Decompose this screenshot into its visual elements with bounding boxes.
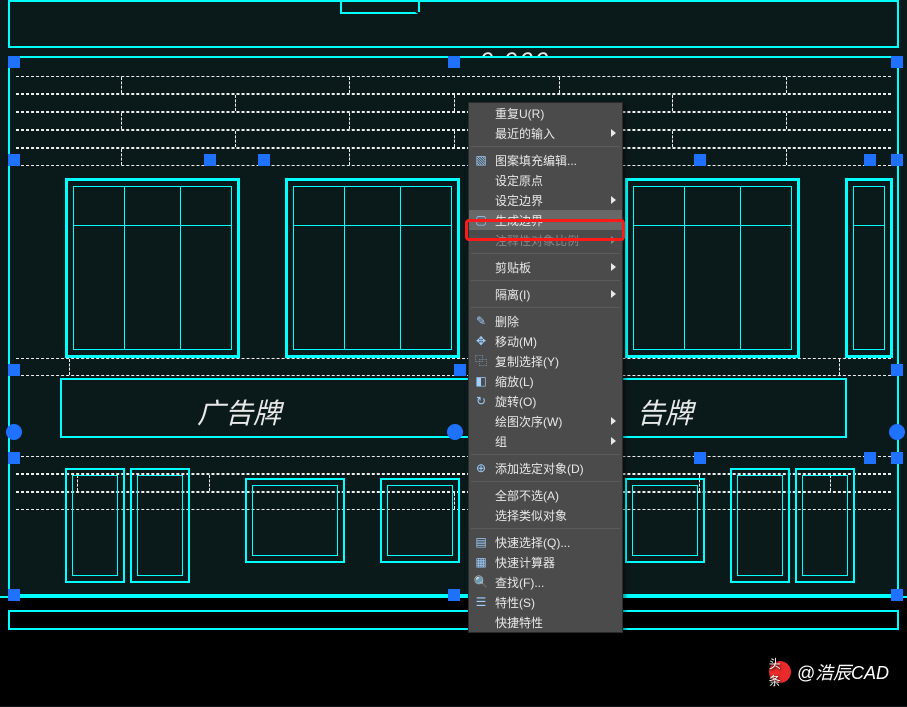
grip[interactable] [891, 56, 903, 68]
menu-separator [471, 481, 620, 482]
menu-separator [471, 253, 620, 254]
menu-recent-input[interactable]: 最近的输入 [469, 123, 622, 143]
lower-window-1 [245, 478, 345, 563]
grip[interactable] [8, 452, 20, 464]
window-symbol [340, 0, 420, 14]
lower-window-3 [625, 478, 705, 563]
submenu-arrow-icon [611, 129, 616, 137]
menu-quick-select[interactable]: ▤快速选择(Q)... [469, 532, 622, 552]
window-upper-4 [845, 178, 893, 358]
properties-icon: ☰ [473, 594, 489, 610]
sign-text-left: 广告牌 [197, 392, 281, 432]
grip[interactable] [454, 364, 466, 376]
menu-repeat[interactable]: 重复U(R) [469, 103, 622, 123]
scale-icon: ◧ [473, 373, 489, 389]
watermark-text: @浩辰CAD [797, 659, 889, 685]
grip[interactable] [889, 424, 905, 440]
rotate-icon: ↻ [473, 393, 489, 409]
calculator-icon: ▦ [473, 554, 489, 570]
menu-select-similar[interactable]: 选择类似对象 [469, 505, 622, 525]
menu-quick-properties[interactable]: 快捷特性 [469, 612, 622, 632]
grip[interactable] [891, 364, 903, 376]
grip[interactable] [864, 452, 876, 464]
menu-add-selected[interactable]: ⊕添加选定对象(D) [469, 458, 622, 478]
menu-copy-selection[interactable]: ⿻复制选择(Y) [469, 351, 622, 371]
submenu-arrow-icon [611, 290, 616, 298]
cad-viewport[interactable]: 9.900 广告牌 告牌 [0, 0, 907, 707]
menu-quickcalc[interactable]: ▦快速计算器 [469, 552, 622, 572]
menu-generate-boundary[interactable]: ▢生成边界 [469, 210, 622, 230]
menu-clipboard[interactable]: 剪贴板 [469, 257, 622, 277]
grip[interactable] [8, 154, 20, 166]
menu-separator [471, 454, 620, 455]
menu-annotative-scale: 注释性对象比例 [469, 230, 622, 250]
copy-icon: ⿻ [473, 353, 489, 369]
menu-group[interactable]: 组 [469, 431, 622, 451]
menu-erase[interactable]: ✎删除 [469, 311, 622, 331]
grip[interactable] [448, 589, 460, 601]
door-3 [730, 468, 790, 583]
hatch-icon: ▧ [473, 152, 489, 168]
submenu-arrow-icon [611, 417, 616, 425]
menu-scale[interactable]: ◧缩放(L) [469, 371, 622, 391]
menu-move[interactable]: ✥移动(M) [469, 331, 622, 351]
menu-separator [471, 307, 620, 308]
grip[interactable] [891, 452, 903, 464]
menu-deselect-all[interactable]: 全部不选(A) [469, 485, 622, 505]
grip[interactable] [694, 154, 706, 166]
grip[interactable] [6, 424, 22, 440]
menu-separator [471, 528, 620, 529]
submenu-arrow-icon [611, 263, 616, 271]
submenu-arrow-icon [611, 196, 616, 204]
quick-select-icon: ▤ [473, 534, 489, 550]
menu-set-origin[interactable]: 设定原点 [469, 170, 622, 190]
menu-separator [471, 280, 620, 281]
menu-rotate[interactable]: ↻旋转(O) [469, 391, 622, 411]
find-icon: 🔍 [473, 574, 489, 590]
window-upper-3 [625, 178, 800, 358]
menu-properties[interactable]: ☰特性(S) [469, 592, 622, 612]
grip[interactable] [8, 364, 20, 376]
watermark: 头条 @浩辰CAD [769, 659, 889, 685]
move-icon: ✥ [473, 333, 489, 349]
menu-hatch-edit[interactable]: ▧图案填充编辑... [469, 150, 622, 170]
boundary-icon: ▢ [473, 212, 489, 228]
window-upper-2 [285, 178, 460, 358]
door-1 [65, 468, 125, 583]
grip[interactable] [864, 154, 876, 166]
menu-isolate[interactable]: 隔离(I) [469, 284, 622, 304]
grip[interactable] [8, 589, 20, 601]
grip[interactable] [447, 424, 463, 440]
context-menu: 重复U(R) 最近的输入 ▧图案填充编辑... 设定原点 设定边界 ▢生成边界 … [468, 102, 623, 633]
menu-separator [471, 146, 620, 147]
sign-text-right: 告牌 [637, 392, 693, 432]
window-upper-1 [65, 178, 240, 358]
door-2 [130, 468, 190, 583]
door-4 [795, 468, 855, 583]
grip[interactable] [448, 56, 460, 68]
toutiao-logo-icon: 头条 [769, 661, 791, 683]
grip[interactable] [8, 56, 20, 68]
grip[interactable] [694, 452, 706, 464]
submenu-arrow-icon [611, 437, 616, 445]
facade-elevation: 广告牌 告牌 [8, 56, 899, 596]
grip[interactable] [891, 154, 903, 166]
upper-panel [8, 0, 899, 48]
erase-icon: ✎ [473, 313, 489, 329]
submenu-arrow-icon [611, 236, 616, 244]
grip[interactable] [204, 154, 216, 166]
menu-set-boundary[interactable]: 设定边界 [469, 190, 622, 210]
grip[interactable] [258, 154, 270, 166]
add-selected-icon: ⊕ [473, 460, 489, 476]
roof-symbol [415, 12, 505, 42]
grip[interactable] [891, 589, 903, 601]
ground-line [8, 610, 899, 630]
menu-find[interactable]: 🔍查找(F)... [469, 572, 622, 592]
menu-draw-order[interactable]: 绘图次序(W) [469, 411, 622, 431]
ground-band [0, 596, 907, 706]
lower-window-2 [380, 478, 460, 563]
